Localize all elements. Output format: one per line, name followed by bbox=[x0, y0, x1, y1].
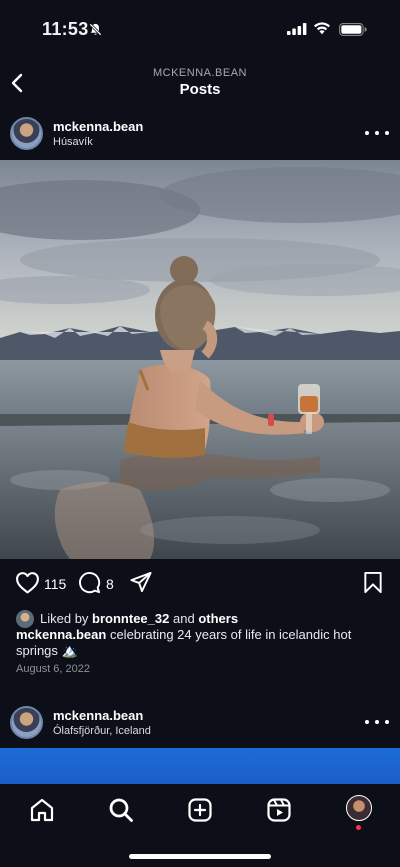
more-options-button[interactable] bbox=[365, 123, 389, 143]
notification-dot bbox=[356, 825, 361, 830]
wifi-icon bbox=[314, 22, 330, 35]
next-post-location[interactable]: Ólafsfjörður, Iceland bbox=[53, 725, 151, 737]
status-time: 11:53 bbox=[42, 19, 89, 39]
page-title: Posts bbox=[179, 81, 221, 98]
ellipsis-icon bbox=[365, 720, 369, 724]
tab-reels[interactable] bbox=[265, 796, 293, 824]
plus-square-icon bbox=[188, 798, 212, 822]
next-post-username[interactable]: mckenna.bean bbox=[53, 708, 143, 723]
caption-username[interactable]: mckenna.bean bbox=[16, 627, 106, 642]
avatar[interactable] bbox=[10, 706, 43, 739]
avatar[interactable] bbox=[10, 117, 43, 150]
home-indicator[interactable] bbox=[129, 854, 271, 859]
next-post-header: mckenna.bean Ólafsfjörður, Iceland bbox=[0, 706, 400, 748]
nav-header: MCKENNA.BEAN Posts bbox=[0, 60, 400, 106]
likes-count[interactable]: 115 bbox=[44, 576, 66, 592]
header-username: MCKENNA.BEAN bbox=[152, 67, 248, 79]
tab-search[interactable] bbox=[107, 796, 135, 824]
tab-home[interactable] bbox=[28, 796, 56, 824]
post-header: mckenna.bean Húsavík bbox=[0, 117, 400, 159]
liked-by-row[interactable]: Liked by bronntee_32 and others bbox=[16, 610, 386, 628]
bookmark-icon[interactable] bbox=[363, 571, 383, 594]
comment-icon[interactable] bbox=[78, 571, 101, 594]
bell-muted-icon bbox=[89, 23, 102, 36]
post-actions: 115 8 bbox=[0, 571, 400, 599]
heart-icon[interactable] bbox=[15, 571, 40, 594]
cellular-signal-icon bbox=[287, 23, 307, 35]
liked-by-others[interactable]: others bbox=[198, 611, 238, 626]
home-icon bbox=[30, 798, 54, 822]
post-photo-image bbox=[0, 160, 400, 559]
liked-by-prefix: Liked by bbox=[40, 611, 89, 626]
post-date: August 6, 2022 bbox=[16, 663, 91, 675]
liked-by-text: Liked by bronntee_32 and others bbox=[40, 611, 238, 626]
post-location[interactable]: Húsavík bbox=[53, 136, 93, 148]
battery-icon bbox=[339, 23, 367, 36]
post-username[interactable]: mckenna.bean bbox=[53, 119, 143, 134]
liked-by-user[interactable]: bronntee_32 bbox=[92, 611, 169, 626]
tab-profile[interactable] bbox=[346, 795, 372, 821]
comments-count[interactable]: 8 bbox=[106, 576, 114, 592]
next-post-photo[interactable] bbox=[0, 748, 400, 784]
caption: mckenna.bean celebrating 24 years of lif… bbox=[16, 627, 386, 659]
send-icon[interactable] bbox=[129, 571, 153, 594]
tab-create[interactable] bbox=[186, 796, 214, 824]
liked-by-and: and bbox=[172, 611, 195, 626]
search-icon bbox=[109, 798, 133, 822]
reels-icon bbox=[267, 798, 291, 822]
ellipsis-icon bbox=[365, 131, 369, 135]
post-photo[interactable] bbox=[0, 160, 400, 559]
liker-avatar bbox=[16, 610, 34, 628]
more-options-button[interactable] bbox=[365, 712, 389, 732]
status-bar: 11:53 bbox=[0, 0, 400, 56]
